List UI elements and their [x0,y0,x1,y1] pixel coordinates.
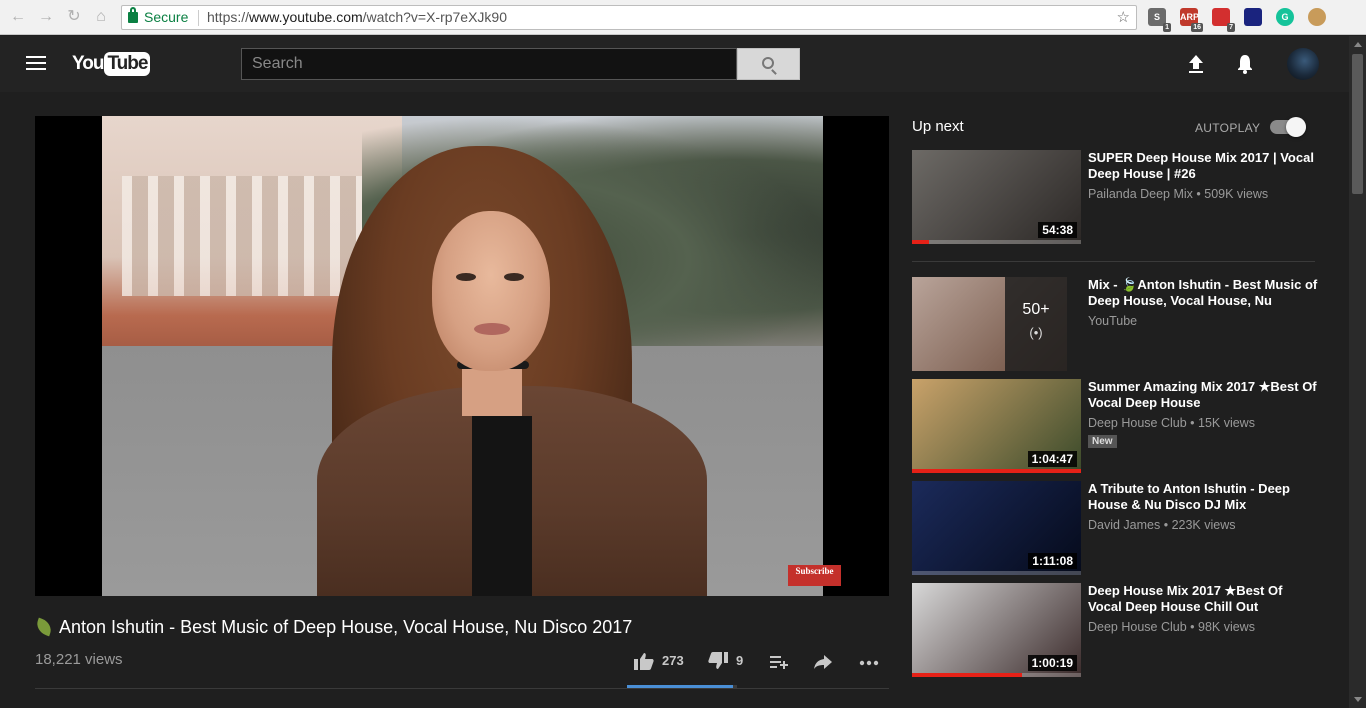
dislike-icon[interactable] [708,652,728,670]
blue-extension-icon[interactable] [1244,8,1262,26]
url-text[interactable]: https://www.youtube.com/watch?v=X-rp7eXJ… [207,6,507,29]
like-count[interactable]: 273 [662,653,684,668]
recommended-video-title[interactable]: SUPER Deep House Mix 2017 | Vocal Deep H… [1088,150,1318,182]
woman-face [432,211,550,371]
search-icon [762,57,774,69]
address-bar[interactable]: Secure https://www.youtube.com/watch?v=X… [121,5,1137,30]
search-input[interactable] [241,48,737,80]
bookmark-star-icon[interactable]: ☆ [1117,6,1130,29]
video-title: Anton Ishutin - Best Music of Deep House… [34,617,633,638]
reload-icon[interactable]: ↻ [65,8,83,26]
watch-progress-bar [912,673,1022,677]
extension-badge: 16 [1191,23,1203,32]
scroll-down-arrow-icon[interactable] [1354,697,1362,702]
more-actions-icon[interactable] [859,660,879,666]
share-icon[interactable] [814,655,832,669]
recommended-video-meta: Deep House Club • 98K views [1088,620,1255,634]
up-next-divider [912,261,1315,262]
playlist-count: 50+ [1022,301,1050,318]
recommended-video-meta: YouTube [1088,314,1138,328]
upload-icon[interactable] [1187,54,1205,74]
url-scheme: https:// [207,9,250,25]
youtube-masthead: You Tube [0,36,1349,92]
video-duration: 54:38 [1038,222,1077,238]
live-radio-icon: (•) [1029,325,1043,340]
url-host: www.youtube.com [249,9,363,25]
video-duration: 1:11:08 [1028,553,1077,569]
recommended-video[interactable]: 1:04:47 Summer Amazing Mix 2017 ★Best Of … [912,379,1322,473]
secure-label: Secure [144,9,189,25]
page-scrollbar[interactable] [1349,36,1366,708]
scroll-thumb[interactable] [1352,54,1363,194]
watch-progress-track [912,240,1081,244]
video-thumbnail[interactable]: 54:38 [912,150,1081,244]
cookie-extension-icon[interactable] [1308,8,1326,26]
video-frame [102,116,823,596]
view-count: 18,221 views [35,651,123,668]
autoplay-toggle[interactable] [1270,117,1306,137]
url-separator [198,10,199,26]
recommended-video[interactable]: 1:11:08 A Tribute to Anton Ishutin - Deep… [912,481,1322,575]
grammarly-extension-icon[interactable]: G [1276,8,1294,26]
forward-icon[interactable]: → [37,8,55,26]
lock-icon [128,7,138,23]
leaf-icon [34,617,54,637]
video-thumbnail[interactable]: 1:00:19 [912,583,1081,677]
add-to-playlist-icon[interactable] [770,655,788,669]
extension-label: S [1153,12,1160,22]
extension-badge: 7 [1227,23,1235,32]
youtube-logo[interactable]: You Tube [72,52,151,76]
woman-shirt [472,416,532,596]
watch-progress-bar [912,469,1081,473]
hamburger-menu-icon[interactable] [26,56,46,72]
dislike-count[interactable]: 9 [736,653,743,668]
autoplay-toggle-knob[interactable] [1286,117,1306,137]
watch-progress-bar [912,240,929,244]
recommended-video-title[interactable]: Deep House Mix 2017 ★Best Of Vocal Deep … [1088,583,1318,615]
notifications-bell-icon[interactable] [1236,54,1254,74]
extension-label: G [1281,12,1289,22]
back-icon[interactable]: ← [9,8,27,26]
new-badge: New [1088,435,1117,448]
recommended-video[interactable]: 54:38 SUPER Deep House Mix 2017 | Vocal D… [912,150,1322,244]
video-duration: 1:04:47 [1027,451,1077,467]
recommended-video-title[interactable]: A Tribute to Anton Ishutin - Deep House … [1088,481,1318,513]
browser-toolbar: ← → ↻ ⌂ Secure https://www.youtube.com/w… [0,0,1366,35]
recommended-video-meta: Deep House Club • 15K views [1088,416,1255,430]
mix-playlist-overlay: 50+ (•) [1005,277,1067,371]
subscribe-overlay-button[interactable]: Subscribe [788,565,841,586]
secure-indicator[interactable]: Secure [128,6,188,29]
red-extension-icon[interactable]: 7 [1212,8,1235,32]
video-title-text: Anton Ishutin - Best Music of Deep House… [59,617,633,637]
logo-you-text: You [72,53,105,74]
search-button[interactable] [737,48,800,80]
arp-extension-icon[interactable]: ARP 16 [1180,8,1203,32]
user-avatar[interactable] [1287,48,1319,80]
info-divider [35,688,889,689]
recommended-video[interactable]: 1:00:19 Deep House Mix 2017 ★Best Of Voca… [912,583,1322,677]
video-player[interactable] [35,116,889,596]
logo-tube-text: Tube [104,52,151,76]
extension-label: ARP [1180,12,1200,22]
video-duration: 1:00:19 [1027,655,1077,671]
recommended-video[interactable]: 50+ (•) Mix - 🍃Anton Ishutin - Best Music … [912,277,1322,371]
s-extension-icon[interactable]: S1 [1148,8,1171,32]
home-icon[interactable]: ⌂ [92,8,110,26]
video-thumbnail[interactable]: 1:04:47 [912,379,1081,473]
recommended-video-meta: Pailanda Deep Mix • 509K views [1088,187,1269,201]
video-thumbnail[interactable]: 50+ (•) [912,277,1067,371]
like-icon[interactable] [634,652,654,670]
subscribe-overlay-label: Subscribe [795,566,834,576]
scroll-up-arrow-icon[interactable] [1354,42,1362,47]
watch-progress-track [912,571,1081,575]
recommended-video-title[interactable]: Summer Amazing Mix 2017 ★Best Of Vocal D… [1088,379,1318,411]
url-path: /watch?v=X-rp7eXJk90 [362,9,507,25]
up-next-heading: Up next [912,118,964,135]
video-thumbnail[interactable]: 1:11:08 [912,481,1081,575]
recommended-video-title[interactable]: Mix - 🍃Anton Ishutin - Best Music of Dee… [1088,277,1318,309]
recommended-video-meta: David James • 223K views [1088,518,1236,532]
extension-badge: 1 [1163,23,1171,32]
autoplay-label: AUTOPLAY [1195,121,1261,135]
